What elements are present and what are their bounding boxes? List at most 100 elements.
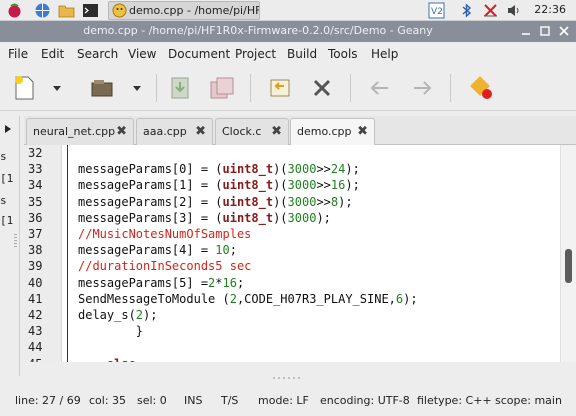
code-token: )( bbox=[273, 162, 288, 177]
menu-search[interactable]: Search bbox=[77, 47, 118, 61]
tab-demo[interactable]: demo.cpp ✖ bbox=[290, 118, 375, 146]
status-ins: INS bbox=[184, 394, 203, 407]
menu-tools[interactable]: Tools bbox=[328, 47, 358, 61]
code-token: } bbox=[78, 324, 144, 339]
code-line[interactable]: messageParams[1] = (uint8_t)(3000>>16); bbox=[78, 178, 360, 192]
status-mode: mode: LF bbox=[258, 394, 309, 407]
code-token: ); bbox=[143, 308, 158, 322]
code-token: messageParams[4] = bbox=[78, 243, 216, 258]
line-number: 42 bbox=[28, 308, 43, 322]
code-line[interactable]: SendMessageToModule (2,CODE_H07R3_PLAY_S… bbox=[78, 292, 418, 306]
raspberry-menu-icon[interactable] bbox=[6, 2, 23, 19]
menu-edit[interactable]: Edit bbox=[41, 47, 64, 61]
code-token: ; bbox=[229, 243, 237, 258]
open-dropdown-icon[interactable] bbox=[130, 74, 144, 102]
code-token: messageParams[3] = ( bbox=[78, 210, 223, 225]
compile-icon[interactable] bbox=[468, 74, 496, 102]
code-line[interactable]: messageParams[0] = (uint8_t)(3000>>24); bbox=[78, 162, 360, 176]
taskbar-window-title: demo.cpp - /home/pi/HF... bbox=[129, 4, 259, 17]
scrollbar-thumb[interactable] bbox=[565, 249, 572, 283]
code-token: else bbox=[78, 357, 136, 362]
line-number: 33 bbox=[28, 162, 43, 177]
line-number: 36 bbox=[28, 210, 43, 225]
code-token: )( bbox=[273, 178, 288, 193]
taskbar-window-button[interactable]: demo.cpp - /home/pi/HF... bbox=[108, 1, 260, 20]
save-all-icon[interactable] bbox=[208, 74, 236, 102]
code-line[interactable]: messageParams[3] = (uint8_t)(3000); bbox=[78, 211, 331, 225]
code-token: 16 bbox=[222, 275, 237, 290]
status-filetype: filetype: C++ bbox=[417, 394, 492, 407]
bluetooth-icon[interactable] bbox=[458, 2, 475, 19]
code-token: 24 bbox=[330, 162, 346, 177]
navigate-back-icon[interactable] bbox=[366, 74, 394, 102]
sidebar-arrow-icon[interactable] bbox=[4, 124, 12, 134]
file-manager-icon[interactable] bbox=[58, 2, 75, 19]
tab-clock[interactable]: Clock.c ✖ bbox=[215, 118, 289, 145]
code-token: ); bbox=[345, 162, 360, 177]
code-token: messageParams[1] = ( bbox=[78, 178, 223, 193]
code-line[interactable]: else bbox=[78, 357, 136, 362]
window-titlebar[interactable]: demo.cpp - /home/pi/HF1R0x-Firmware-0.2.… bbox=[0, 21, 576, 42]
code-editor[interactable]: 32 33343536 37 38394041 42 4344 45 messagePara… bbox=[24, 145, 576, 362]
tab-aaa[interactable]: aaa.cpp ✖ bbox=[136, 118, 213, 145]
code-line[interactable]: delay_s(2); bbox=[78, 308, 157, 322]
close-icon[interactable] bbox=[556, 23, 572, 39]
code-token: )( bbox=[273, 194, 288, 209]
code-token: 16 bbox=[330, 178, 346, 193]
close-file-icon[interactable] bbox=[308, 74, 336, 102]
code-line[interactable]: //MusicNotesNumOfSamples bbox=[78, 227, 251, 241]
pane-resize-handle[interactable] bbox=[270, 376, 306, 380]
menu-file[interactable]: File bbox=[8, 47, 28, 61]
new-dropdown-icon[interactable] bbox=[50, 74, 64, 102]
code-token: uint8_t bbox=[222, 162, 274, 177]
code-line[interactable]: messageParams[5] =2*16; bbox=[78, 276, 244, 290]
vnc-icon[interactable]: V2 bbox=[428, 2, 445, 19]
code-token: delay_s( bbox=[78, 308, 136, 322]
status-sel: sel: 0 bbox=[137, 394, 167, 407]
fold-margin[interactable] bbox=[62, 145, 74, 362]
code-token: uint8_t bbox=[222, 210, 274, 225]
tab-neural-net[interactable]: neural_net.cpp ✖ bbox=[26, 118, 134, 145]
code-token: //durationInSeconds5 sec bbox=[78, 259, 252, 274]
minimize-icon[interactable] bbox=[518, 23, 534, 39]
new-file-icon[interactable] bbox=[10, 74, 38, 102]
geany-icon bbox=[112, 3, 127, 18]
sidebar-resize-handle[interactable] bbox=[14, 234, 17, 248]
tab-close-icon[interactable]: ✖ bbox=[357, 125, 368, 138]
code-token: ; bbox=[236, 275, 245, 290]
line-number: 44 bbox=[28, 340, 43, 355]
terminal-icon[interactable] bbox=[82, 2, 99, 19]
open-file-icon[interactable] bbox=[88, 74, 116, 102]
navigate-forward-icon[interactable] bbox=[408, 74, 436, 102]
menu-document[interactable]: Document bbox=[168, 47, 230, 61]
code-token: * bbox=[215, 275, 223, 290]
statusbar: line: 27 / 69 col: 35 sel: 0 INS T/S mod… bbox=[0, 386, 576, 416]
menu-view[interactable]: View bbox=[128, 47, 156, 61]
tab-close-icon[interactable]: ✖ bbox=[195, 125, 206, 138]
web-browser-icon[interactable] bbox=[34, 2, 51, 19]
tab-close-icon[interactable]: ✖ bbox=[116, 125, 127, 138]
code-token: 3000 bbox=[287, 194, 317, 209]
menu-project[interactable]: Project bbox=[235, 47, 276, 61]
revert-icon[interactable] bbox=[266, 74, 294, 102]
status-line: line: 27 / 69 bbox=[15, 394, 81, 407]
code-line[interactable]: } bbox=[78, 324, 143, 338]
code-line[interactable]: messageParams[4] = 10; bbox=[78, 243, 237, 257]
tab-label: aaa.cpp bbox=[143, 125, 187, 138]
sidebar-panel: s [1 s [1 bbox=[0, 116, 20, 376]
document-tabs: neural_net.cpp ✖ aaa.cpp ✖ Clock.c ✖ dem… bbox=[24, 116, 576, 146]
tab-close-icon[interactable]: ✖ bbox=[271, 125, 282, 138]
maximize-icon[interactable] bbox=[537, 23, 553, 39]
toolbar-separator bbox=[250, 74, 251, 102]
network-icon[interactable] bbox=[482, 2, 499, 19]
code-line[interactable]: //durationInSeconds5 sec bbox=[78, 259, 251, 273]
volume-icon[interactable] bbox=[506, 2, 523, 19]
save-icon[interactable] bbox=[166, 74, 194, 102]
line-number-gutter: 32 33343536 37 38394041 42 4344 45 bbox=[24, 145, 62, 362]
toolbar bbox=[0, 66, 576, 111]
code-line[interactable]: messageParams[2] = (uint8_t)(3000>>8); bbox=[78, 195, 353, 209]
vertical-scrollbar[interactable] bbox=[560, 145, 576, 362]
menu-help[interactable]: Help bbox=[371, 47, 398, 61]
code-token: 2 bbox=[135, 308, 144, 322]
menu-build[interactable]: Build bbox=[287, 47, 317, 61]
